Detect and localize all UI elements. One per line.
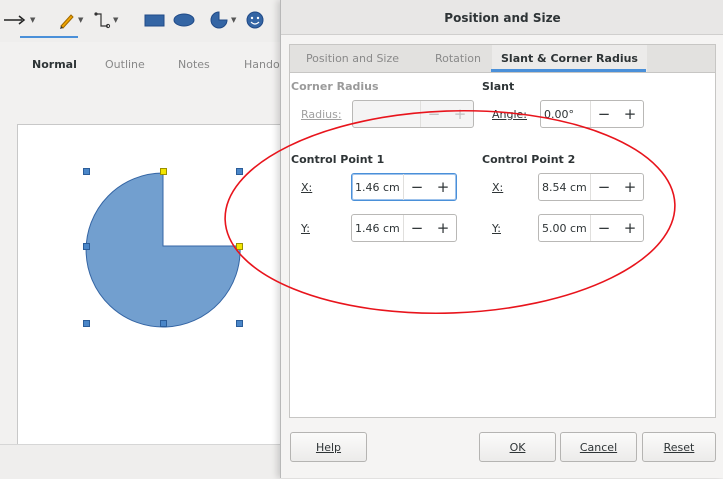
arrow-line-icon bbox=[4, 15, 26, 25]
active-view-indicator bbox=[20, 36, 78, 38]
smiley-icon bbox=[246, 11, 264, 29]
dialog-title: Position and Size bbox=[444, 11, 561, 25]
angle-input[interactable]: 0.00° bbox=[541, 108, 590, 121]
arrow-line-button[interactable]: ▼ bbox=[2, 9, 35, 31]
angle-increment-button[interactable]: + bbox=[617, 101, 643, 127]
cancel-button-label: Cancel bbox=[579, 440, 618, 454]
radius-increment-button: + bbox=[453, 105, 467, 123]
radius-label: Radius: bbox=[301, 108, 342, 121]
selection-handle[interactable] bbox=[160, 320, 167, 327]
chevron-down-icon: ▼ bbox=[113, 16, 119, 24]
ok-button-label: OK bbox=[509, 440, 526, 454]
cp1-x-label: X: bbox=[301, 181, 313, 194]
cp1-y-label: Y: bbox=[301, 222, 310, 235]
selection-handle[interactable] bbox=[83, 168, 90, 175]
position-size-dialog: Position and Size Position and Size Rota… bbox=[280, 0, 723, 478]
selection-handle[interactable] bbox=[236, 320, 243, 327]
slant-heading: Slant bbox=[482, 80, 515, 93]
cp2-y-spinbox[interactable]: 5.00 cm − + bbox=[538, 214, 644, 242]
chevron-down-icon: ▼ bbox=[30, 16, 36, 24]
cp2-x-spinbox[interactable]: 8.54 cm − + bbox=[538, 173, 644, 201]
cp2-y-input[interactable]: 5.00 cm bbox=[539, 222, 590, 235]
angle-label: Angle: bbox=[492, 108, 528, 121]
cp1-y-increment-button[interactable]: + bbox=[430, 215, 456, 241]
cp2-y-decrement-button[interactable]: − bbox=[590, 215, 617, 241]
reset-button-label: Reset bbox=[663, 440, 695, 454]
control-point-handle[interactable] bbox=[236, 243, 243, 250]
corner-radius-heading: Corner Radius bbox=[291, 80, 379, 93]
selection-handle[interactable] bbox=[83, 243, 90, 250]
radius-spinbox: − + bbox=[352, 100, 474, 128]
cp2-x-label: X: bbox=[492, 181, 504, 194]
cp2-y-label: Y: bbox=[492, 222, 501, 235]
connector-button[interactable]: ▼ bbox=[93, 9, 118, 31]
view-tab-outline[interactable]: Outline bbox=[105, 58, 145, 71]
control-point-2-heading: Control Point 2 bbox=[482, 153, 576, 166]
view-tabs: Normal Outline Notes Hando bbox=[0, 42, 300, 92]
cp1-x-spinbox[interactable]: 1.46 cm − + bbox=[351, 173, 457, 201]
cp1-y-input[interactable]: 1.46 cm bbox=[352, 222, 403, 235]
cp1-y-spinbox[interactable]: 1.46 cm − + bbox=[351, 214, 457, 242]
cp2-x-increment-button[interactable]: + bbox=[617, 174, 643, 200]
symbol-shapes-button[interactable] bbox=[245, 9, 265, 31]
help-button[interactable]: Help bbox=[290, 432, 367, 462]
cp1-y-decrement-button[interactable]: − bbox=[403, 215, 430, 241]
view-tab-normal[interactable]: Normal bbox=[32, 58, 77, 71]
pie-shape[interactable] bbox=[18, 125, 286, 445]
pencil-curve-icon bbox=[60, 14, 74, 29]
basic-shapes-button[interactable]: ▼ bbox=[209, 9, 236, 31]
selection-handle[interactable] bbox=[236, 168, 243, 175]
tab-rotation[interactable]: Rotation bbox=[418, 45, 498, 73]
ok-button[interactable]: OK bbox=[479, 432, 556, 462]
pie-shape-icon bbox=[210, 11, 228, 29]
cp1-x-decrement-button[interactable]: − bbox=[403, 174, 430, 200]
chevron-down-icon: ▼ bbox=[231, 16, 237, 24]
cp1-x-input[interactable]: 1.46 cm bbox=[352, 181, 403, 194]
ellipse-icon bbox=[173, 13, 195, 27]
tab-position-and-size[interactable]: Position and Size bbox=[290, 45, 415, 73]
angle-decrement-button[interactable]: − bbox=[590, 101, 617, 127]
cancel-button[interactable]: Cancel bbox=[560, 432, 637, 462]
chevron-down-icon: ▼ bbox=[78, 16, 84, 24]
selection-handle[interactable] bbox=[83, 320, 90, 327]
rectangle-icon bbox=[144, 14, 165, 27]
cp2-x-decrement-button[interactable]: − bbox=[590, 174, 617, 200]
angle-spinbox[interactable]: 0.00° − + bbox=[540, 100, 644, 128]
radius-decrement-button: − bbox=[420, 101, 447, 127]
slide-canvas[interactable] bbox=[17, 124, 287, 446]
cp1-x-increment-button[interactable]: + bbox=[430, 174, 456, 200]
help-button-label: Help bbox=[315, 440, 342, 454]
control-point-1-heading: Control Point 1 bbox=[291, 153, 385, 166]
curve-button[interactable]: ▼ bbox=[58, 9, 83, 31]
view-tab-notes[interactable]: Notes bbox=[178, 58, 210, 71]
view-tab-handout[interactable]: Hando bbox=[244, 58, 280, 71]
cp2-y-increment-button[interactable]: + bbox=[617, 215, 643, 241]
status-strip bbox=[0, 444, 300, 479]
rectangle-button[interactable] bbox=[144, 9, 166, 31]
ellipse-button[interactable] bbox=[172, 9, 196, 31]
control-point-handle[interactable] bbox=[160, 168, 167, 175]
connector-icon bbox=[94, 12, 111, 29]
reset-button[interactable]: Reset bbox=[642, 432, 716, 462]
slant-corner-radius-panel: Corner Radius Radius: − + Slant Angle: 0… bbox=[289, 72, 716, 418]
cp2-x-input[interactable]: 8.54 cm bbox=[539, 181, 590, 194]
